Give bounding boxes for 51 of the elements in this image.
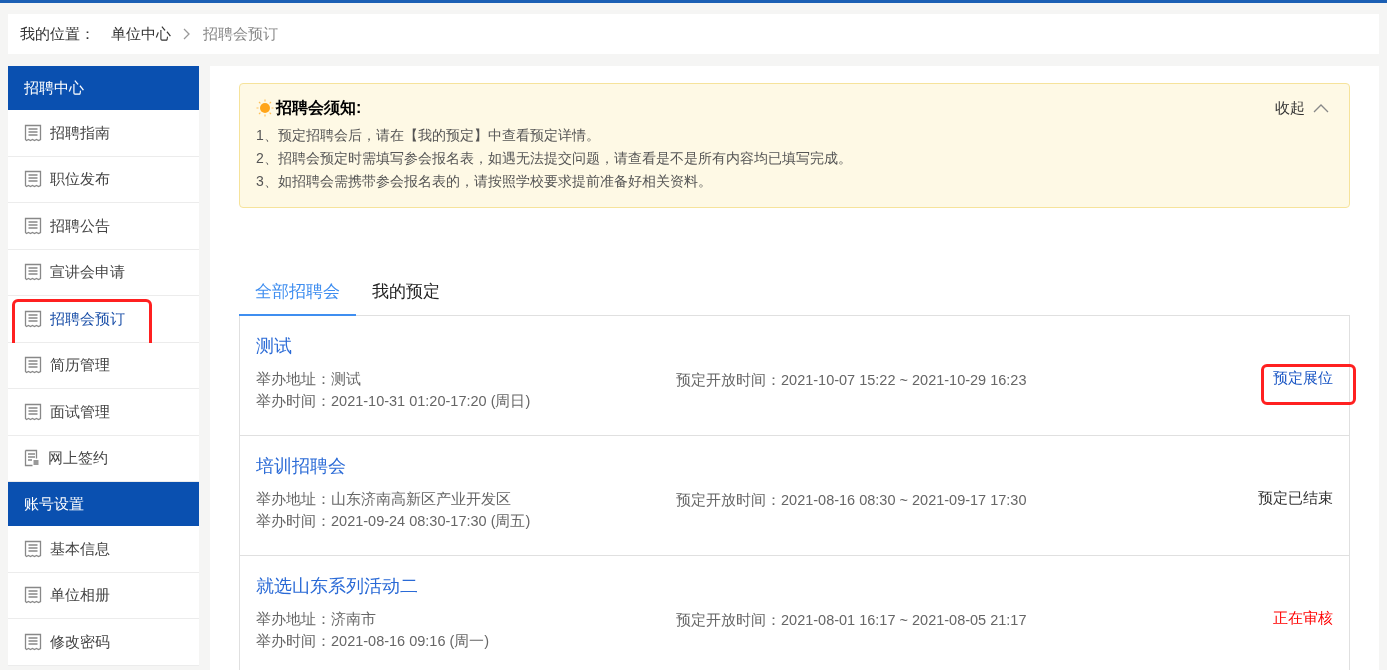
- booking-period: 预定开放时间：2021-08-16 08:30 ~ 2021-09-17 17:30: [676, 492, 1027, 508]
- booking-period: 预定开放时间：2021-08-01 16:17 ~ 2021-08-05 21:17: [676, 612, 1027, 628]
- contract-icon: [24, 449, 40, 468]
- sidebar-item[interactable]: 修改密码: [8, 619, 199, 666]
- document-icon: [24, 309, 42, 328]
- fair-address: 举办地址：山东济南高新区产业开发区: [256, 490, 512, 509]
- sidebar-item[interactable]: 面试管理: [8, 389, 199, 436]
- fair-status: 预定已结束: [1258, 489, 1333, 506]
- breadcrumb-link[interactable]: 招聘会预订: [203, 22, 278, 46]
- sidebar-item[interactable]: 宣讲会申请: [8, 249, 199, 296]
- notice-line: 3、如招聘会需携带参会报名表的，请按照学校要求提前准备好相关资料。: [256, 172, 713, 191]
- booking-period: 预定开放时间：2021-10-07 15:22 ~ 2021-10-29 16:23: [676, 372, 1027, 388]
- document-icon: [24, 170, 42, 189]
- collapse-toggle[interactable]: 收起: [1275, 96, 1329, 120]
- document-icon: [24, 539, 42, 558]
- document-icon: [24, 356, 42, 375]
- sidebar-section-header: 招聘中心: [8, 66, 199, 110]
- fair-title-link[interactable]: 就选山东系列活动二: [256, 574, 676, 598]
- sidebar-item[interactable]: 职位发布: [8, 156, 199, 203]
- sidebar-item[interactable]: 网上签约: [8, 435, 199, 482]
- fair-time: 举办时间：2021-08-16 09:16 (周一): [256, 632, 491, 651]
- tab[interactable]: 我的预定: [356, 270, 456, 316]
- fair-status[interactable]: 预定展位: [1273, 369, 1333, 386]
- breadcrumb-label: 我的位置：: [20, 23, 95, 44]
- fair-title-link[interactable]: 培训招聘会: [256, 454, 676, 478]
- sidebar-item[interactable]: 招聘指南: [8, 110, 199, 157]
- sidebar-item[interactable]: 基本信息: [8, 526, 199, 573]
- sidebar-section-header: 账号设置: [8, 482, 199, 526]
- fair-time: 举办时间：2021-09-24 08:30-17:30 (周五): [256, 512, 532, 531]
- fair-title-link[interactable]: 测试: [256, 334, 676, 358]
- document-icon: [24, 402, 42, 421]
- sidebar-item[interactable]: 简历管理: [8, 342, 199, 389]
- document-icon: [24, 632, 42, 651]
- lightbulb-icon: [256, 99, 274, 117]
- document-icon: [24, 586, 42, 605]
- notice-line: 2、招聘会预定时需填写参会报名表，如遇无法提交问题，请查看是不是所有内容均已填写完成。: [256, 149, 853, 168]
- document-icon: [24, 263, 42, 282]
- document-icon: [24, 216, 42, 235]
- notice-title: 招聘会须知:: [276, 98, 362, 118]
- fair-status: 正在审核: [1273, 609, 1333, 626]
- breadcrumb-link[interactable]: 单位中心: [111, 22, 171, 46]
- notice-line: 1、预定招聘会后，请在【我的预定】中查看预定详情。: [256, 126, 601, 145]
- sidebar-item[interactable]: 招聘公告: [8, 203, 199, 250]
- fair-address: 举办地址：济南市: [256, 610, 377, 629]
- sidebar-item[interactable]: 单位相册: [8, 572, 199, 619]
- chevron-up-icon: [1313, 103, 1329, 113]
- fair-address: 举办地址：测试: [256, 370, 362, 389]
- sidebar-item[interactable]: 招聘会预订: [8, 296, 199, 343]
- fair-time: 举办时间：2021-10-31 01:20-17:20 (周日): [256, 392, 532, 411]
- chevron-right-icon: [183, 28, 191, 40]
- document-icon: [24, 123, 42, 142]
